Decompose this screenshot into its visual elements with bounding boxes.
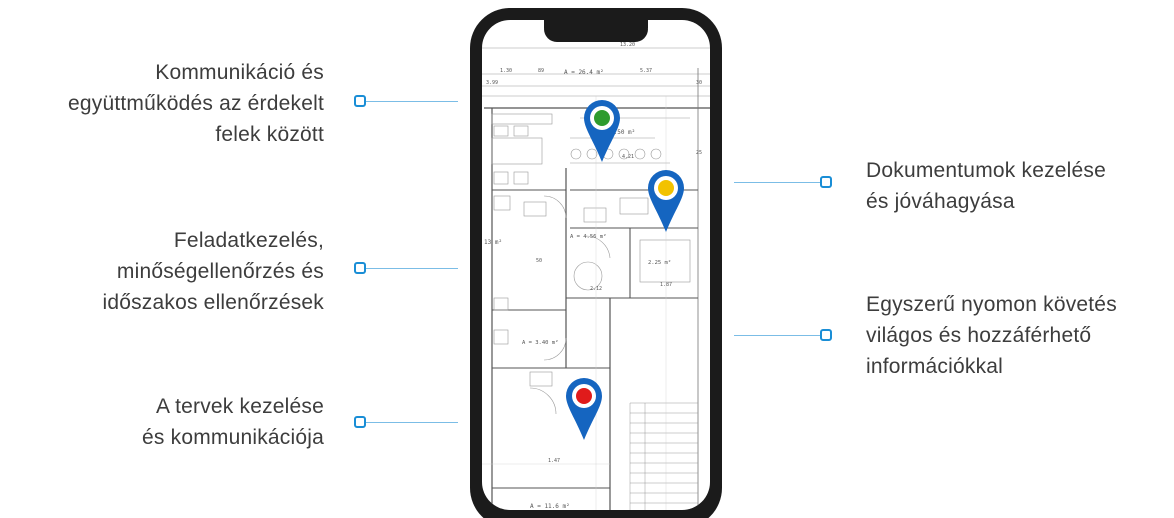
dim-label: 4.21 <box>622 154 634 160</box>
dim-label: 50 <box>536 258 542 264</box>
feature-line: és jóváhagyása <box>866 190 1015 213</box>
feature-plans: A tervek kezelése és kommunikációja <box>0 391 324 453</box>
area-label: A = 11.6 m² <box>530 503 570 510</box>
connector-line <box>734 335 820 336</box>
area-label: 13 m² <box>484 239 502 246</box>
bullet-marker-icon <box>820 176 832 188</box>
dim-label: 89 <box>538 68 544 74</box>
area-label: A = 26.4 m² <box>564 69 604 76</box>
feature-line: időszakos ellenőrzések <box>102 291 324 314</box>
feature-line: minőségellenőrzés és <box>116 260 324 283</box>
connector-line <box>366 101 458 102</box>
connector-line <box>366 422 458 423</box>
pin-red-dot <box>576 388 592 404</box>
feature-line: és kommunikációja <box>142 426 324 449</box>
phone-screen: 13.20 1.30 89 A = 26.4 m² 5.37 3.99 30 4… <box>482 20 710 510</box>
bullet-marker-icon <box>354 262 366 274</box>
feature-line: együttműködés az érdekelt <box>68 92 324 115</box>
dim-label: 30 <box>696 80 702 86</box>
area-label: 2.25 m² <box>648 259 671 266</box>
area-label: A = 4.56 m² <box>570 233 606 240</box>
connector-line <box>366 268 458 269</box>
bullet-marker-icon <box>354 416 366 428</box>
dim-label: 2.12 <box>590 286 602 292</box>
feature-line: felek között <box>215 123 324 146</box>
feature-line: Egyszerű nyomon követés <box>866 293 1117 316</box>
phone-mockup: 13.20 1.30 89 A = 26.4 m² 5.37 3.99 30 4… <box>470 8 722 518</box>
area-label: A = 3.40 m² <box>522 339 558 346</box>
dim-label: 13.20 <box>620 42 635 48</box>
feature-line: Feladatkezelés, <box>173 229 324 252</box>
feature-line: Kommunikáció és <box>155 61 324 84</box>
dim-label: 5.37 <box>640 68 652 74</box>
dim-label: 1.30 <box>500 68 512 74</box>
dim-label: 1.87 <box>660 282 672 288</box>
dim-label: 25 <box>696 150 702 156</box>
pin-green-dot <box>594 110 610 126</box>
feature-documents: Dokumentumok kezelése és jóváhagyása <box>866 155 1106 217</box>
feature-line: információkkal <box>866 355 1004 378</box>
feature-tracking: Egyszerű nyomon követés világos és hozzá… <box>866 289 1117 382</box>
bullet-marker-icon <box>354 95 366 107</box>
bullet-marker-icon <box>820 329 832 341</box>
phone-notch-top <box>544 16 648 28</box>
dim-label: 1.47 <box>548 458 560 464</box>
dim-label: 3.99 <box>486 80 498 86</box>
connector-line <box>734 182 820 183</box>
feature-line: Dokumentumok kezelése <box>866 159 1106 182</box>
feature-tasks: Feladatkezelés, minőségellenőrzés és idő… <box>0 225 324 318</box>
pin-yellow-dot <box>658 180 674 196</box>
feature-line: A tervek kezelése <box>156 395 324 418</box>
feature-communication: Kommunikáció és együttműködés az érdekel… <box>0 57 324 150</box>
feature-line: világos és hozzáférhető <box>866 324 1092 347</box>
